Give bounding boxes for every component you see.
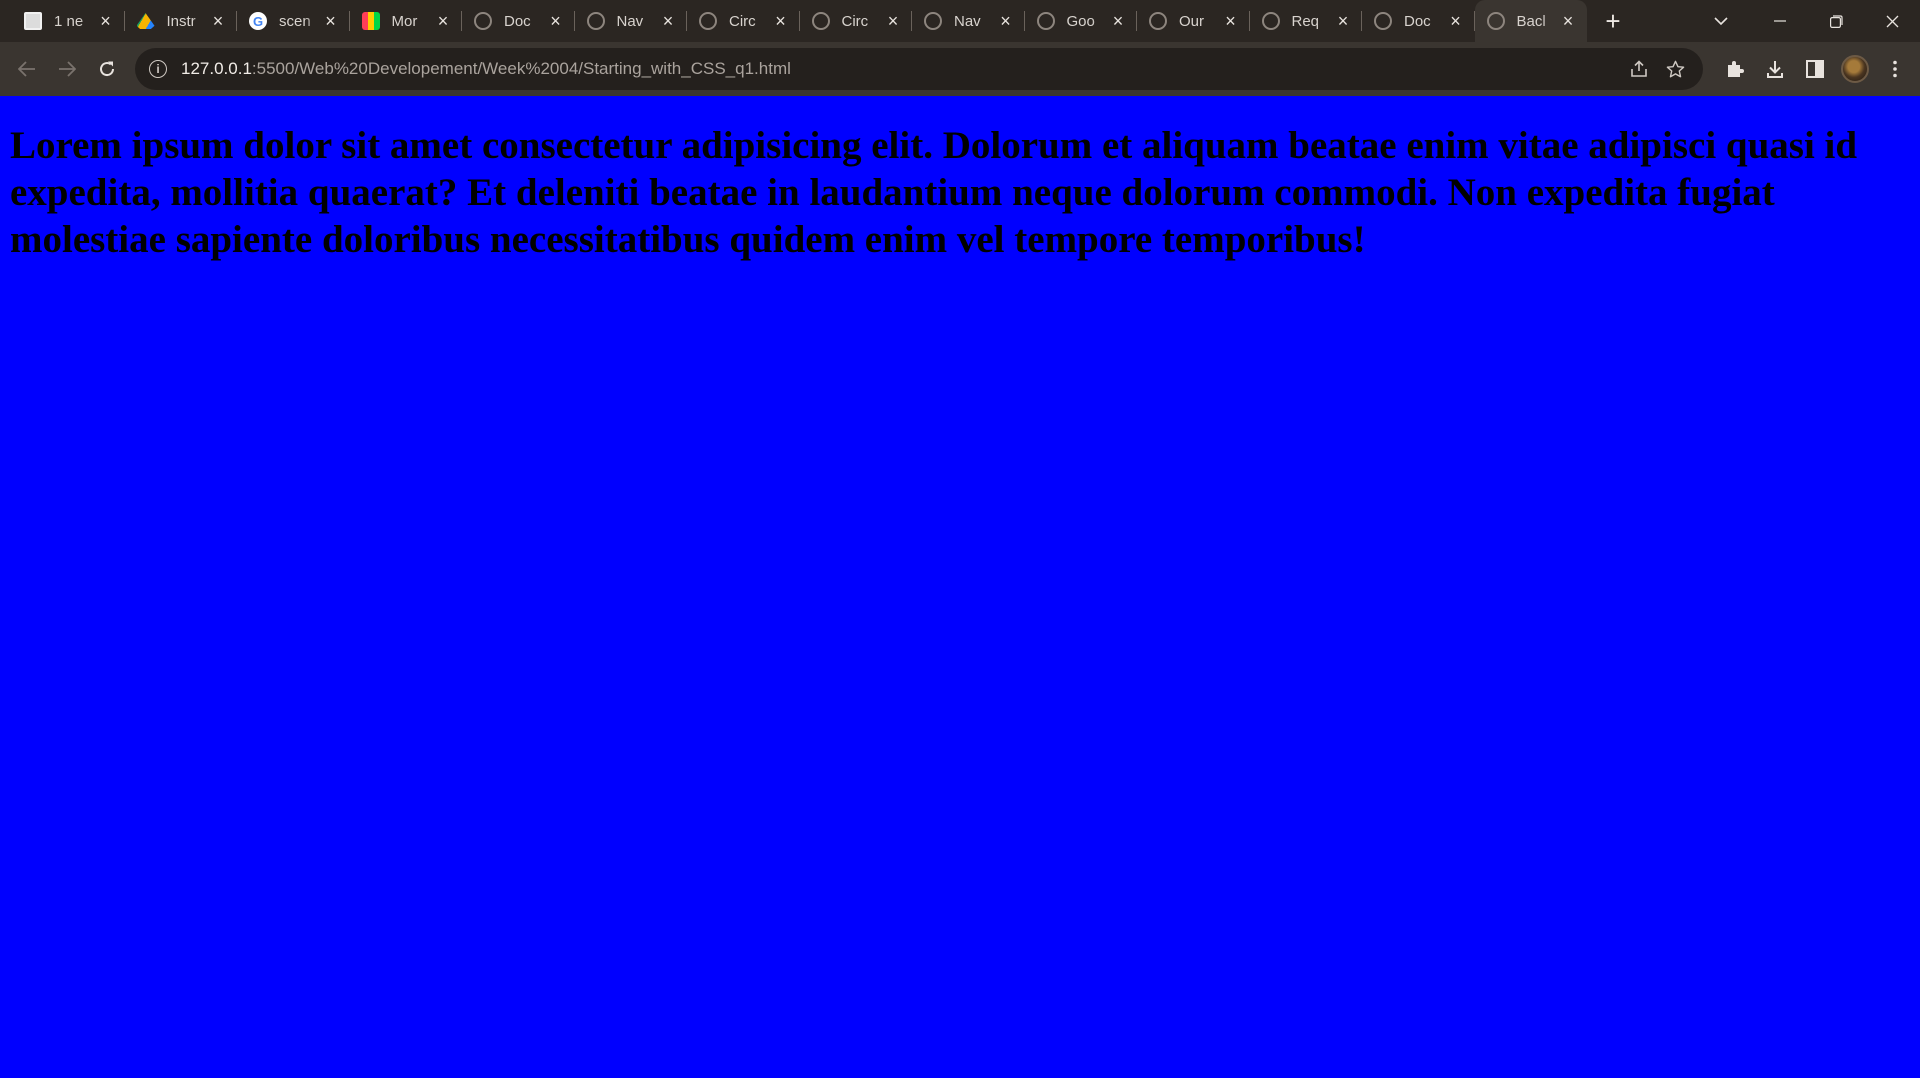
globe-icon	[699, 12, 717, 30]
google-icon: G	[249, 12, 267, 30]
back-arrow-icon	[18, 61, 35, 77]
close-icon[interactable]: ×	[322, 12, 340, 30]
toolbar-actions	[1715, 49, 1915, 89]
globe-icon	[1149, 12, 1167, 30]
close-icon[interactable]: ×	[772, 12, 790, 30]
window-controls	[1696, 0, 1920, 42]
globe-icon	[474, 12, 492, 30]
close-icon[interactable]: ×	[97, 12, 115, 30]
close-icon[interactable]: ×	[1334, 12, 1352, 30]
tab-1[interactable]: 1 ne ×	[12, 0, 125, 42]
forward-arrow-icon	[59, 61, 76, 77]
tab-title: Goo	[1066, 12, 1095, 30]
tab-list: 1 ne × Instr × G scen × Mor × Doc × Nav …	[0, 0, 1633, 42]
tab-title: 1 ne	[54, 12, 84, 30]
tab-title: Mor	[391, 12, 418, 30]
tab-search-chevron-icon[interactable]	[1696, 0, 1746, 42]
extensions-puzzle-icon[interactable]	[1715, 49, 1755, 89]
tab-8[interactable]: Circ ×	[800, 0, 913, 42]
globe-icon	[586, 12, 605, 30]
download-icon[interactable]	[1755, 49, 1795, 89]
close-icon[interactable]: ×	[1222, 12, 1240, 30]
close-icon[interactable]: ×	[1109, 12, 1127, 30]
share-icon[interactable]	[1621, 51, 1657, 87]
tab-13[interactable]: Doc ×	[1362, 0, 1475, 42]
avatar	[1841, 55, 1869, 83]
tab-title: Nav	[616, 12, 644, 30]
site-info-icon[interactable]: i	[149, 60, 167, 78]
tab-title: Bacl	[1516, 12, 1546, 30]
reload-icon	[100, 61, 115, 77]
profile-avatar[interactable]	[1835, 49, 1875, 89]
globe-icon	[1261, 12, 1280, 30]
tab-2[interactable]: Instr ×	[125, 0, 238, 42]
url-host: 127.0.0.1	[181, 59, 252, 78]
close-window-button[interactable]	[1864, 0, 1920, 42]
tab-7[interactable]: Circ ×	[687, 0, 800, 42]
forward-button[interactable]	[47, 49, 87, 89]
tab-12[interactable]: Req ×	[1250, 0, 1363, 42]
globe-icon	[1036, 12, 1055, 30]
tab-14-active[interactable]: Bacl ×	[1474, 0, 1587, 42]
globe-icon	[1374, 12, 1392, 30]
globe-icon	[811, 12, 830, 30]
reload-button[interactable]	[87, 49, 127, 89]
tab-title: Circ	[841, 12, 869, 30]
tab-5[interactable]: Doc ×	[462, 0, 575, 42]
bookmark-star-icon[interactable]	[1657, 51, 1693, 87]
close-icon[interactable]: ×	[209, 12, 227, 30]
url-path: :5500/Web%20Developement/Week%2004/Start…	[251, 59, 791, 78]
close-icon[interactable]: ×	[547, 12, 565, 30]
tab-title: Req	[1291, 12, 1320, 30]
tab-title: Doc	[504, 12, 531, 30]
google-drive-icon	[136, 13, 155, 29]
tab-title: Nav	[954, 12, 981, 30]
tab-title: Doc	[1404, 12, 1431, 30]
page-heading: Lorem ipsum dolor sit amet consectetur a…	[10, 124, 1858, 261]
tab-11[interactable]: Our ×	[1137, 0, 1250, 42]
close-icon[interactable]: ×	[1559, 12, 1577, 30]
tab-10[interactable]: Goo ×	[1025, 0, 1138, 42]
page-content: Lorem ipsum dolor sit amet consectetur a…	[0, 96, 1920, 1078]
new-tab-button[interactable]: +	[1593, 0, 1633, 42]
menu-kebab-icon[interactable]	[1875, 49, 1915, 89]
tab-title: Instr	[166, 12, 196, 30]
tab-9[interactable]: Nav ×	[912, 0, 1025, 42]
tab-4[interactable]: Mor ×	[350, 0, 463, 42]
side-panel-icon[interactable]	[1795, 49, 1835, 89]
browser-toolbar: i 127.0.0.1:5500/Web%20Developement/Week…	[0, 42, 1920, 96]
tab-title: Our	[1179, 12, 1205, 30]
tab-title: Circ	[729, 12, 756, 30]
tab-3[interactable]: G scen ×	[237, 0, 350, 42]
close-icon[interactable]: ×	[659, 12, 677, 30]
restore-button[interactable]	[1808, 0, 1864, 42]
tab-6[interactable]: Nav ×	[575, 0, 688, 42]
back-button[interactable]	[7, 49, 47, 89]
close-icon[interactable]: ×	[1447, 12, 1465, 30]
address-bar[interactable]: i 127.0.0.1:5500/Web%20Developement/Week…	[135, 48, 1703, 90]
globe-icon	[924, 12, 942, 30]
minimize-button[interactable]	[1752, 0, 1808, 42]
close-icon[interactable]: ×	[884, 12, 902, 30]
close-icon[interactable]: ×	[434, 12, 452, 30]
close-icon[interactable]: ×	[997, 12, 1015, 30]
wordpress-icon	[24, 12, 42, 30]
tab-title: scen	[279, 12, 311, 30]
tab-strip: 1 ne × Instr × G scen × Mor × Doc × Nav …	[0, 0, 1920, 42]
globe-icon	[1486, 12, 1505, 30]
browser-chrome: 1 ne × Instr × G scen × Mor × Doc × Nav …	[0, 0, 1920, 96]
monday-icon	[361, 12, 380, 30]
